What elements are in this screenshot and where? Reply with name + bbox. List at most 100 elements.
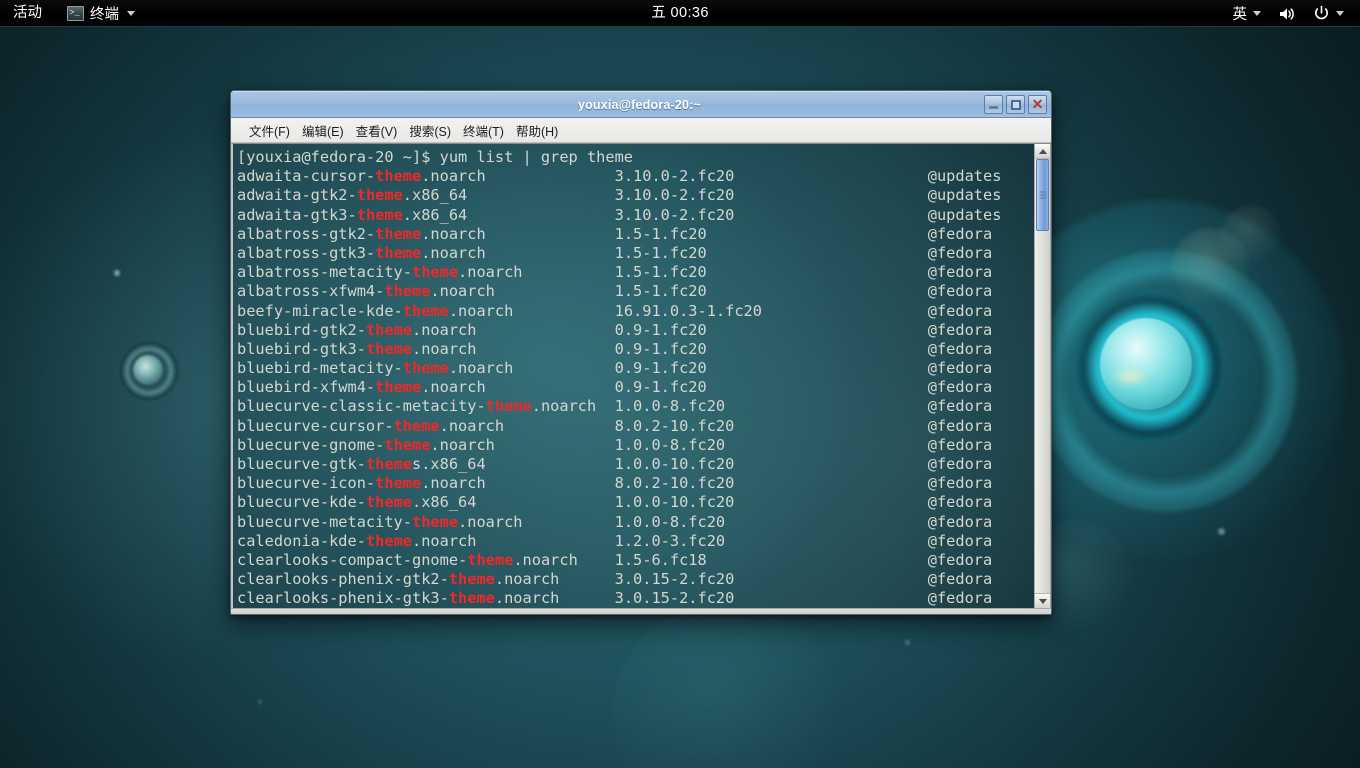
terminal-row: bluecurve-gtk-themes.x86_64 1.0.0-10.fc2…: [237, 455, 993, 473]
chevron-down-icon: [1253, 11, 1261, 16]
clock[interactable]: 五 00:36: [643, 0, 717, 27]
minimize-icon: [989, 105, 998, 109]
input-method-label: 英: [1232, 7, 1248, 23]
grep-match: theme: [448, 570, 495, 589]
terminal-row: bluecurve-icon-theme.noarch 8.0.2-10.fc2…: [237, 474, 993, 493]
window-bottom-edge: [231, 608, 1051, 614]
power-icon: [1315, 5, 1328, 20]
grep-match: theme: [365, 455, 412, 473]
terminal-row: bluebird-gtk3-theme.noarch 0.9-1.fc20 @f…: [237, 339, 993, 358]
menu-search[interactable]: 搜索(S): [403, 119, 457, 142]
scrollbar-up-button[interactable]: [1035, 144, 1050, 159]
terminal-row: albatross-gtk3-theme.noarch 1.5-1.fc20 @…: [237, 243, 993, 262]
app-menu-terminal[interactable]: >_ 终端: [59, 0, 143, 27]
wallpaper-spark: [905, 640, 910, 645]
window-title: youxia@fedora-20:~: [577, 97, 702, 112]
window-titlebar[interactable]: youxia@fedora-20:~ ✕: [231, 91, 1051, 118]
grep-match: theme: [375, 378, 422, 397]
chevron-down-icon: [1336, 11, 1344, 16]
grep-match: theme: [365, 339, 412, 358]
grep-match: theme: [356, 205, 403, 224]
terminal-prompt-line: [youxia@fedora-20 ~]$ yum list | grep th…: [237, 148, 634, 166]
minimize-button[interactable]: [984, 95, 1003, 114]
close-button[interactable]: ✕: [1028, 95, 1047, 114]
terminal-body: [youxia@fedora-20 ~]$ yum list | grep th…: [231, 143, 1051, 608]
grep-match: theme: [375, 224, 422, 243]
speaker-icon: [1280, 7, 1294, 20]
scrollbar-trough[interactable]: [1035, 159, 1050, 593]
grep-match: theme: [375, 243, 422, 262]
maximize-icon: [1010, 99, 1021, 110]
grep-match: theme: [356, 186, 403, 205]
terminal-row: albatross-metacity-theme.noarch 1.5-1.fc…: [237, 263, 993, 282]
gnome-top-bar: 活动 >_ 终端 五 00:36 英: [0, 0, 1360, 27]
terminal-row: clearlooks-compact-gnome-theme.noarch 1.…: [237, 550, 993, 569]
terminal-screen[interactable]: [youxia@fedora-20 ~]$ yum list | grep th…: [233, 144, 1034, 608]
wallpaper-spark: [1218, 528, 1225, 535]
input-method-indicator[interactable]: 英: [1226, 0, 1269, 27]
scrollbar-grip-icon: [1039, 190, 1046, 201]
chevron-up-icon: [1038, 148, 1047, 154]
terminal-icon: >_: [67, 5, 84, 21]
wallpaper-orb-glint: [1112, 368, 1148, 386]
grep-match: theme: [375, 474, 422, 493]
grep-match: theme: [365, 320, 412, 339]
app-menu-label: 终端: [90, 6, 119, 23]
terminal-row: beefy-miracle-kde-theme.noarch 16.91.0.3…: [237, 301, 993, 320]
menu-help[interactable]: 帮助(H): [510, 119, 564, 142]
grep-match: theme: [411, 512, 459, 531]
grep-match: theme: [365, 531, 412, 550]
terminal-row: bluebird-metacity-theme.noarch 0.9-1.fc2…: [237, 359, 993, 378]
grep-match: theme: [384, 435, 431, 454]
terminal-row: adwaita-gtk2-theme.x86_64 3.10.0-2.fc20 …: [237, 186, 1002, 205]
wallpaper-orb-core: [1100, 318, 1192, 410]
terminal-row: albatross-gtk2-theme.noarch 1.5-1.fc20 @…: [237, 224, 993, 243]
menu-view[interactable]: 查看(V): [350, 119, 404, 142]
terminal-row: clearlooks-phenix-gtk3-theme.noarch 3.0.…: [237, 589, 993, 608]
terminal-row: bluecurve-cursor-theme.noarch 8.0.2-10.f…: [237, 416, 993, 435]
terminal-row: bluebird-xfwm4-theme.noarch 0.9-1.fc20 @…: [237, 378, 993, 397]
scrollbar-thumb[interactable]: [1036, 159, 1049, 231]
terminal-row: adwaita-gtk3-theme.x86_64 3.10.0-2.fc20 …: [237, 205, 1002, 224]
menubar: 文件(F) 编辑(E) 查看(V) 搜索(S) 终端(T) 帮助(H): [231, 118, 1051, 143]
scrollbar-down-button[interactable]: [1035, 593, 1050, 608]
volume-indicator[interactable]: [1271, 0, 1303, 27]
maximize-button[interactable]: [1006, 95, 1025, 114]
grep-match: theme: [402, 359, 449, 378]
terminal-row: bluecurve-gnome-theme.noarch 1.0.0-8.fc2…: [237, 435, 993, 454]
grep-match: theme: [384, 282, 431, 301]
menu-terminal[interactable]: 终端(T): [457, 119, 510, 142]
chevron-down-icon: [1038, 598, 1047, 604]
close-icon: ✕: [1031, 96, 1044, 112]
terminal-row: bluebird-gtk2-theme.noarch 0.9-1.fc20 @f…: [237, 320, 993, 339]
grep-match: theme: [467, 550, 514, 569]
wallpaper-spark: [258, 700, 262, 704]
wallpaper-spark: [114, 270, 120, 276]
wallpaper-bokeh: [612, 600, 842, 768]
terminal-row: clearlooks-phenix-gtk2-theme.noarch 3.0.…: [237, 570, 993, 589]
terminal-row: bluecurve-classic-metacity-theme.noarch …: [237, 397, 993, 416]
grep-match: theme: [365, 493, 412, 512]
menu-file[interactable]: 文件(F): [243, 119, 296, 142]
power-menu-button[interactable]: [1306, 0, 1351, 27]
grep-match: theme: [448, 589, 495, 608]
terminal-row: bluecurve-kde-theme.x86_64 1.0.0-10.fc20…: [237, 493, 993, 512]
grep-match: theme: [375, 167, 422, 186]
terminal-row: albatross-xfwm4-theme.noarch 1.5-1.fc20 …: [237, 282, 993, 301]
wallpaper-small-orb-core: [133, 355, 163, 385]
terminal-output: [youxia@fedora-20 ~]$ yum list | grep th…: [235, 146, 1034, 608]
system-tray: 英: [1226, 0, 1360, 27]
terminal-row: adwaita-cursor-theme.noarch 3.10.0-2.fc2…: [237, 167, 1002, 186]
grep-match: theme: [411, 263, 459, 282]
grep-match: theme: [393, 416, 440, 435]
grep-match: theme: [402, 301, 449, 320]
terminal-window[interactable]: youxia@fedora-20:~ ✕ 文件(F) 编辑(E) 查看(V) 搜…: [230, 90, 1052, 615]
wallpaper-bokeh: [1220, 205, 1282, 267]
window-controls: ✕: [984, 95, 1047, 114]
menu-edit[interactable]: 编辑(E): [296, 119, 350, 142]
terminal-row: caledonia-kde-theme.noarch 1.2.0-3.fc20 …: [237, 531, 993, 550]
terminal-scrollbar[interactable]: [1034, 144, 1051, 608]
grep-match: theme: [485, 397, 532, 416]
activities-button[interactable]: 活动: [0, 0, 55, 27]
chevron-down-icon: [127, 10, 135, 16]
